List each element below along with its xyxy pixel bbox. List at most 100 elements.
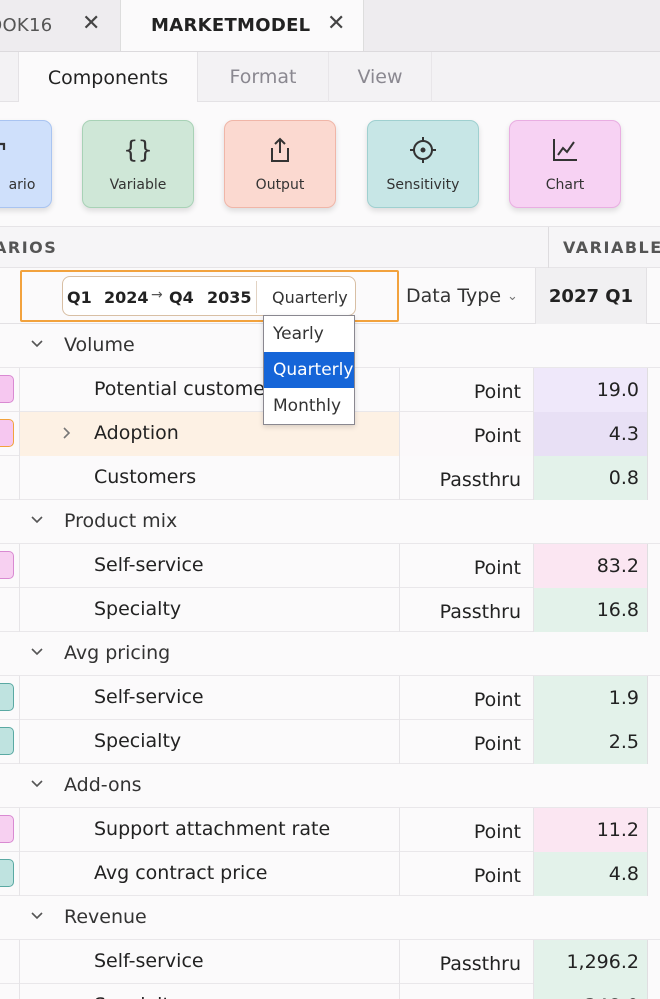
variable-name[interactable]: Specialty: [20, 984, 400, 999]
variable-row[interactable]: Self-service Passthru 1,296.2: [0, 940, 660, 984]
column-header[interactable]: 2027 Q1: [535, 268, 647, 324]
value-cell[interactable]: 4.8: [534, 852, 648, 896]
value-cell[interactable]: 1.9: [534, 676, 648, 720]
variable-row[interactable]: Support attachment rate Point 11.2: [0, 808, 660, 852]
value-cell[interactable]: 11.2: [534, 808, 648, 852]
variable-row[interactable]: Customers Passthru 0.8: [0, 456, 660, 500]
group-row[interactable]: Add-ons: [0, 764, 660, 808]
group-label: Add-ons: [64, 774, 142, 796]
data-type-cell[interactable]: Point: [400, 720, 534, 764]
row-marker-cell: [0, 412, 20, 456]
next-column-cell: [648, 588, 660, 632]
variable-row[interactable]: Self-service Point 83.2: [0, 544, 660, 588]
end-year[interactable]: 2035: [207, 288, 252, 307]
close-icon[interactable]: ✕: [327, 11, 346, 36]
next-column-cell: [648, 676, 660, 720]
variable-row[interactable]: Avg contract price Point 4.8: [0, 852, 660, 896]
variable-row[interactable]: Self-service Point 1.9: [0, 676, 660, 720]
dropdown-option-yearly[interactable]: Yearly: [264, 316, 354, 352]
app-root: OOK16 ✕ MARKETMODEL ✕ Components Format …: [0, 0, 660, 999]
value-cell[interactable]: 4.3: [534, 412, 648, 456]
chevron-down-icon[interactable]: [30, 908, 44, 922]
row-marker-cell: [0, 588, 20, 632]
variable-name[interactable]: Self-service: [20, 940, 400, 984]
start-quarter[interactable]: Q1: [67, 288, 92, 307]
dropdown-option-monthly[interactable]: Monthly: [264, 388, 354, 424]
variable-row[interactable]: SpecialtyPassthru348.0: [0, 984, 660, 999]
group-row[interactable]: Product mix: [0, 500, 660, 544]
output-button[interactable]: Output: [224, 120, 336, 208]
braces-icon: {}: [123, 136, 153, 164]
variable-row[interactable]: Specialty Passthru 16.8: [0, 588, 660, 632]
value-cell[interactable]: 348.0: [534, 984, 648, 999]
variable-name[interactable]: Support attachment rate: [20, 808, 400, 852]
row-marker-cell: [0, 368, 20, 412]
value-cell[interactable]: 19.0: [534, 368, 648, 412]
data-type-cell[interactable]: Passthru: [400, 456, 534, 500]
tab-format[interactable]: Format: [198, 52, 328, 102]
close-icon[interactable]: ✕: [82, 11, 101, 36]
group-label: Avg pricing: [64, 642, 171, 664]
group-row[interactable]: Revenue: [0, 896, 660, 940]
doc-tab-marketmodel[interactable]: MARKETMODEL ✕: [120, 0, 364, 51]
row-marker-cell: [0, 720, 20, 764]
variable-name[interactable]: Self-service: [20, 676, 400, 720]
group-label: Revenue: [64, 906, 147, 928]
data-type-cell[interactable]: Point: [400, 412, 534, 456]
value-cell[interactable]: 2.5: [534, 720, 648, 764]
chevron-down-icon[interactable]: [30, 336, 44, 350]
row-marker-cell: [0, 808, 20, 852]
next-column-cell: [648, 808, 660, 852]
variable-name[interactable]: Avg contract price: [20, 852, 400, 896]
value-cell[interactable]: 1,296.2: [534, 940, 648, 984]
sensitivity-button[interactable]: Sensitivity: [367, 120, 479, 208]
chevron-right-icon[interactable]: [60, 425, 74, 439]
group-row[interactable]: Avg pricing: [0, 632, 660, 676]
variable-button[interactable]: {} Variable: [82, 120, 194, 208]
range-arrow: →: [151, 287, 163, 303]
scenarios-header: ARIOS: [0, 238, 58, 257]
data-type-cell[interactable]: Point: [400, 676, 534, 720]
data-type-cell[interactable]: Point: [400, 808, 534, 852]
variable-name[interactable]: Customers: [20, 456, 400, 500]
chevron-down-icon[interactable]: [30, 512, 44, 526]
data-type-cell[interactable]: Point: [400, 368, 534, 412]
scenario-button[interactable]: ario: [0, 120, 52, 208]
chevron-down-icon[interactable]: [30, 644, 44, 658]
data-type-label: Data Type: [406, 285, 502, 307]
data-type-cell[interactable]: Passthru: [400, 984, 534, 999]
frequency-select[interactable]: Quarterly: [272, 288, 348, 307]
value-cell[interactable]: 83.2: [534, 544, 648, 588]
tab-view[interactable]: View: [328, 52, 432, 102]
row-marker-cell: [0, 984, 20, 999]
tool-label: Variable: [109, 177, 167, 193]
data-type-cell[interactable]: Point: [400, 544, 534, 588]
date-range-picker[interactable]: Q1 2024 → Q4 2035 Quarterly: [62, 276, 356, 316]
start-year[interactable]: 2024: [104, 288, 149, 307]
data-type-filter[interactable]: Data Type ⌄: [406, 285, 518, 307]
line-chart-icon: [551, 133, 579, 167]
data-type-cell[interactable]: Passthru: [400, 588, 534, 632]
variable-name[interactable]: Specialty: [20, 588, 400, 632]
value-cell[interactable]: 0.8: [534, 456, 648, 500]
variable-kind-icon: [0, 551, 14, 579]
tab-components[interactable]: Components: [18, 52, 198, 103]
variable-kind-icon: [0, 375, 14, 403]
variable-row[interactable]: Specialty Point 2.5: [0, 720, 660, 764]
row-marker-cell: [0, 676, 20, 720]
row-marker-cell: [0, 940, 20, 984]
dropdown-option-quarterly[interactable]: Quarterly: [264, 352, 354, 388]
variable-name[interactable]: Self-service: [20, 544, 400, 588]
data-type-cell[interactable]: Passthru: [400, 940, 534, 984]
end-quarter[interactable]: Q4: [169, 288, 194, 307]
chart-button[interactable]: Chart: [509, 120, 621, 208]
next-column-cell: [648, 456, 660, 500]
ribbon-tab-bar: Components Format View: [0, 52, 660, 103]
data-type-cell[interactable]: Point: [400, 852, 534, 896]
tool-label: Output: [255, 177, 305, 193]
value-cell[interactable]: 16.8: [534, 588, 648, 632]
doc-tab-book16[interactable]: OOK16 ✕: [0, 0, 118, 50]
chevron-down-icon[interactable]: [30, 776, 44, 790]
doc-tab-label: MARKETMODEL: [151, 15, 311, 36]
variable-name[interactable]: Specialty: [20, 720, 400, 764]
